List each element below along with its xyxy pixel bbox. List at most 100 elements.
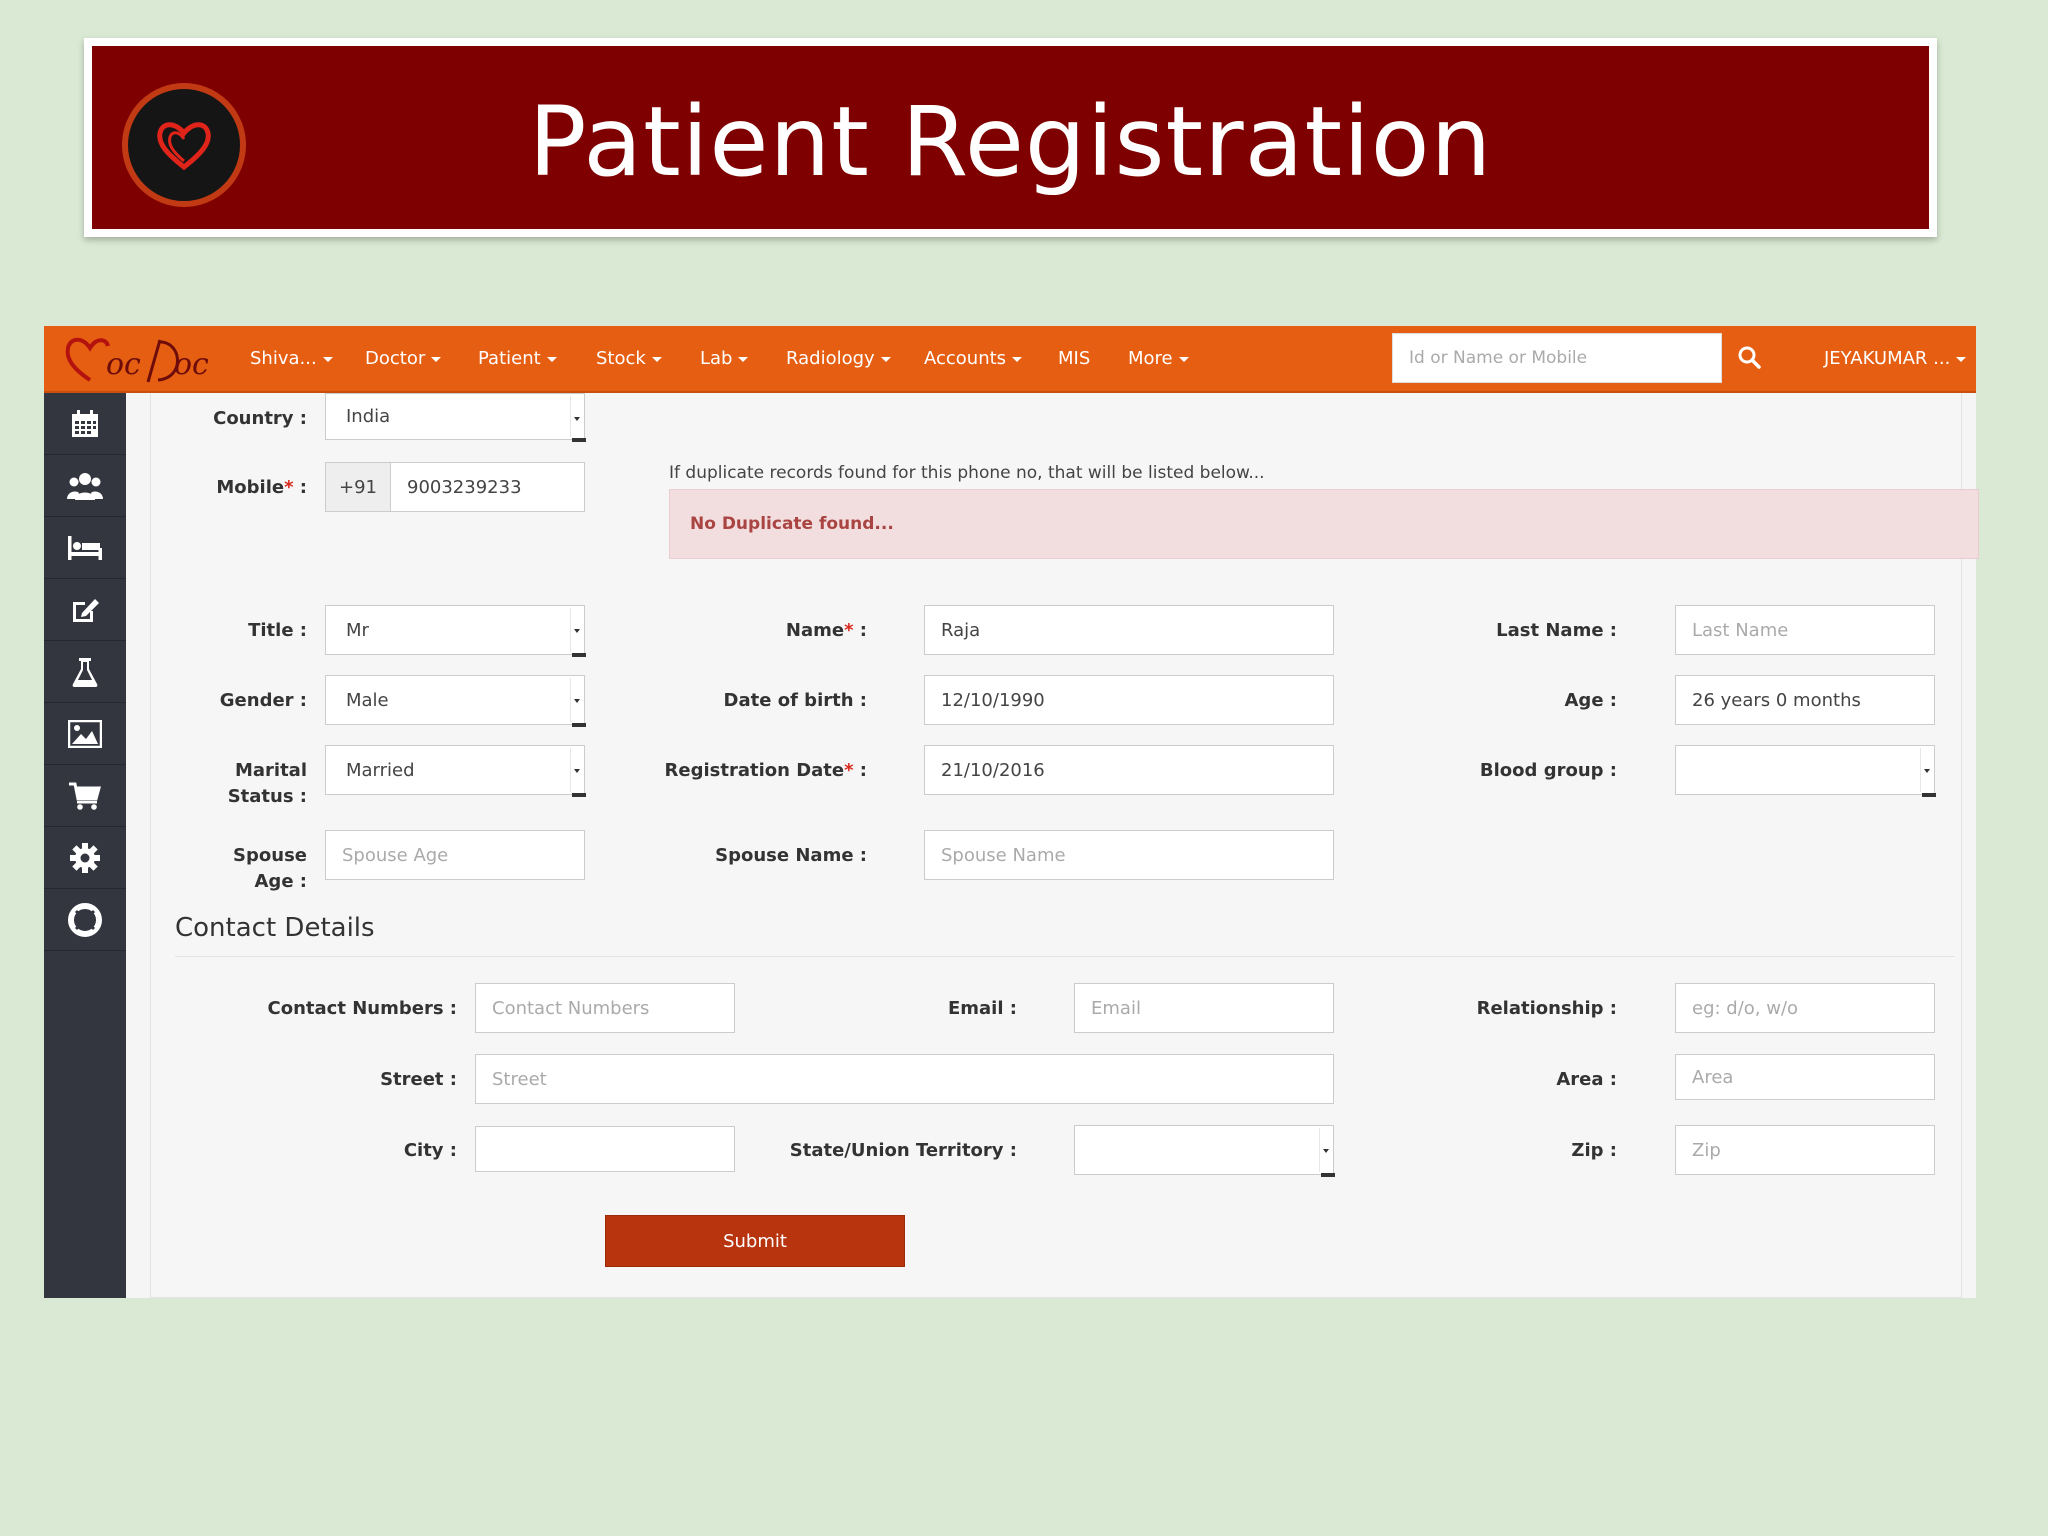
sidebar-item-stock[interactable] — [44, 765, 126, 827]
registration-date-label-text: Registration Date — [664, 760, 845, 781]
gender-label: Gender : — [219, 690, 307, 711]
relationship-input[interactable] — [1675, 983, 1935, 1033]
zip-input[interactable] — [1675, 1125, 1935, 1175]
nav-stock[interactable]: Stock — [596, 348, 662, 369]
nav-accounts[interactable]: Accounts — [924, 348, 1023, 369]
calendar-icon — [72, 409, 98, 437]
caret-down-icon — [431, 356, 442, 362]
required-marker: * — [284, 477, 294, 498]
dropdown-arrow-icon — [1319, 1128, 1331, 1172]
sidebar-item-beds[interactable] — [44, 517, 126, 579]
title-select[interactable]: Mr — [325, 605, 586, 657]
nav-mis[interactable]: MIS — [1058, 348, 1090, 369]
bed-icon — [68, 535, 102, 560]
city-input[interactable] — [475, 1126, 735, 1172]
contact-numbers-input[interactable] — [475, 983, 735, 1033]
spouse-age-input[interactable] — [325, 830, 585, 880]
nav-patient[interactable]: Patient — [478, 348, 557, 369]
nav-doctor[interactable]: Doctor — [365, 348, 442, 369]
relationship-label: Relationship : — [1476, 998, 1617, 1019]
dob-label: Date of birth : — [723, 690, 867, 711]
duplicate-alert: No Duplicate found... — [669, 489, 1979, 559]
caret-down-icon — [322, 356, 333, 362]
top-navbar: oc oc Shiva... Doctor Patient Stock Lab … — [44, 326, 1976, 393]
gear-icon — [70, 842, 100, 873]
edit-icon — [73, 598, 99, 622]
nav-radiology-label: Radiology — [786, 348, 875, 369]
nav-shiva[interactable]: Shiva... — [250, 348, 333, 369]
state-select[interactable] — [1074, 1125, 1335, 1177]
blood-group-label: Blood group : — [1479, 760, 1617, 781]
name-label: Name* : — [581, 618, 867, 644]
marital-status-label: Marital Status : — [171, 758, 307, 810]
country-label: Country : — [213, 408, 307, 429]
sidebar-item-lab[interactable] — [44, 641, 126, 703]
title-label: Title : — [248, 620, 307, 641]
nav-lab-label: Lab — [700, 348, 733, 369]
nav-shiva-label: Shiva... — [250, 348, 317, 369]
spouse-age-label-line1: Spouse — [233, 845, 307, 866]
age-input[interactable] — [1675, 675, 1935, 725]
sidebar-item-edit[interactable] — [44, 579, 126, 641]
gender-value: Male — [346, 689, 389, 711]
nav-more[interactable]: More — [1128, 348, 1189, 369]
email-input[interactable] — [1074, 983, 1334, 1033]
image-icon — [68, 719, 102, 748]
dropdown-arrow-icon — [570, 396, 582, 437]
registration-date-input[interactable] — [924, 745, 1334, 795]
marital-label-line2: Status : — [227, 786, 307, 807]
area-label: Area : — [1556, 1069, 1617, 1090]
sidebar-item-support[interactable] — [44, 889, 126, 951]
search-icon[interactable] — [1736, 344, 1764, 372]
caret-down-icon — [1012, 356, 1023, 362]
name-label-text: Name — [785, 620, 845, 641]
duplicate-note: If duplicate records found for this phon… — [669, 463, 1265, 483]
name-input[interactable] — [924, 605, 1334, 655]
area-input[interactable] — [1675, 1054, 1935, 1100]
age-label: Age : — [1564, 690, 1618, 711]
mobile-label-text: Mobile — [216, 477, 285, 498]
spouse-name-input[interactable] — [924, 830, 1334, 880]
registration-form: Country : India Mobile* : +91 If duplica… — [150, 393, 1979, 1298]
nav-stock-label: Stock — [596, 348, 646, 369]
nav-doctor-label: Doctor — [365, 348, 426, 369]
nav-mis-label: MIS — [1058, 348, 1091, 369]
sidebar-item-patients[interactable] — [44, 455, 126, 517]
users-icon — [67, 472, 103, 500]
dob-input[interactable] — [924, 675, 1334, 725]
registration-date-label-colon: : — [853, 760, 867, 781]
required-marker: * — [844, 760, 854, 781]
sidebar-item-settings[interactable] — [44, 827, 126, 889]
flask-icon — [72, 657, 98, 687]
sidebar-item-calendar[interactable] — [44, 393, 126, 455]
mobile-label-colon: : — [293, 477, 307, 498]
city-label: City : — [403, 1140, 457, 1161]
street-input[interactable] — [475, 1054, 1334, 1104]
mobile-input[interactable] — [390, 462, 585, 512]
global-search-input[interactable] — [1392, 333, 1722, 383]
user-menu[interactable]: JEYAKUMAR ... — [1824, 348, 1967, 369]
marital-status-value: Married — [346, 759, 415, 781]
last-name-input[interactable] — [1675, 605, 1935, 655]
caret-down-icon — [1956, 356, 1967, 362]
submit-button[interactable]: Submit — [605, 1215, 905, 1267]
marital-status-select[interactable]: Married — [325, 745, 586, 797]
blood-group-select[interactable] — [1675, 745, 1936, 797]
cart-icon — [69, 782, 101, 810]
country-select[interactable]: India — [325, 393, 586, 442]
app-window: oc oc Shiva... Doctor Patient Stock Lab … — [44, 326, 1979, 1298]
gender-select[interactable]: Male — [325, 675, 586, 727]
docdoc-logo-icon[interactable]: oc oc — [62, 330, 222, 390]
required-marker: * — [844, 620, 854, 641]
svg-text:oc: oc — [106, 347, 141, 382]
country-code-addon: +91 — [325, 462, 391, 512]
street-label: Street : — [380, 1069, 457, 1090]
slide-banner: Patient Registration — [84, 38, 1937, 237]
title-value: Mr — [346, 619, 369, 641]
sidebar-item-radiology[interactable] — [44, 703, 126, 765]
contact-details-heading: Contact Details — [175, 913, 375, 943]
nav-radiology[interactable]: Radiology — [786, 348, 891, 369]
contact-numbers-label: Contact Numbers : — [267, 998, 457, 1019]
nav-lab[interactable]: Lab — [700, 348, 749, 369]
country-value: India — [346, 406, 391, 427]
